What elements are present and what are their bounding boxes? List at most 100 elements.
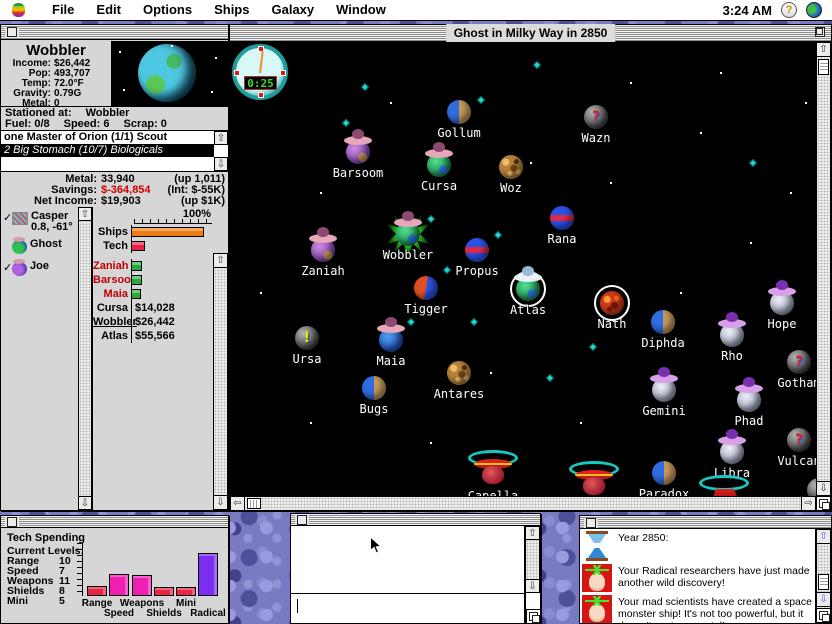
balloon-help-icon[interactable]: ?	[781, 2, 797, 18]
news-grow-box[interactable]	[816, 608, 831, 623]
map-hscroll-thumb[interactable]	[247, 498, 261, 509]
map-hscrollbar[interactable]	[230, 496, 816, 511]
star-barsoom[interactable]: Barsoom	[346, 140, 370, 164]
ship-in-transit-icon[interactable]	[427, 215, 435, 223]
menu-galaxy[interactable]: Galaxy	[260, 2, 325, 17]
close-box[interactable]	[586, 518, 596, 528]
star-woz[interactable]: Woz	[499, 155, 523, 179]
star-diphda[interactable]: Diphda	[651, 310, 675, 334]
spending-row-atlas[interactable]: Atlas$55,566	[93, 329, 213, 343]
chat-scrollbar[interactable]: ⇧ ⇩	[525, 526, 540, 593]
spending-scrollbar[interactable]	[213, 253, 228, 510]
chat-titlebar[interactable]	[291, 514, 540, 526]
star-hope[interactable]: Hope	[770, 291, 794, 315]
ship-in-transit-icon[interactable]	[470, 318, 478, 326]
ship-in-transit-icon[interactable]	[407, 318, 415, 326]
zoom-box[interactable]	[815, 27, 825, 37]
player-list-scrollbar[interactable]	[78, 207, 92, 510]
ship-in-transit-icon[interactable]	[546, 374, 554, 382]
news-scroll-up[interactable]: ⇧	[816, 529, 831, 544]
ship-in-transit-icon[interactable]	[477, 96, 485, 104]
news-scroll-down[interactable]: ⇩	[816, 592, 831, 607]
menu-window[interactable]: Window	[325, 2, 397, 17]
ship-in-transit-icon[interactable]	[494, 231, 502, 239]
menu-options[interactable]: Options	[132, 2, 203, 17]
map-titlebar[interactable]: Ghost in Milky Way in 2850	[230, 25, 831, 42]
menu-edit[interactable]: Edit	[85, 2, 132, 17]
galaxy-map[interactable]: 0:25 Gollum?WaznBarsoomCursaWozRanaZania…	[230, 42, 816, 496]
ship-in-transit-icon[interactable]	[342, 119, 350, 127]
ship-row[interactable]: 2 Big Stomach (10/7) Biologicals	[1, 144, 214, 157]
map-scroll-right[interactable]: ⇨	[801, 496, 816, 511]
apple-menu-icon[interactable]	[12, 3, 25, 17]
player-casper[interactable]: ✓Casper0.8, -61°	[3, 211, 73, 233]
player-list-scroll-up[interactable]: ⇧	[78, 207, 92, 221]
player-ghost[interactable]: Ghost	[3, 239, 62, 254]
star-wazn[interactable]: ?Wazn	[584, 105, 608, 129]
tech-bar-radical[interactable]	[198, 553, 218, 596]
star-bugs[interactable]: Bugs	[362, 376, 386, 400]
star-gemini[interactable]: Gemini	[652, 378, 676, 402]
spending-scroll-down[interactable]: ⇩	[213, 495, 228, 510]
star-atlas[interactable]: Atlas	[516, 277, 540, 301]
star-cursa[interactable]: Cursa	[427, 153, 451, 177]
close-box[interactable]	[7, 27, 17, 37]
map-vscrollbar[interactable]	[816, 42, 831, 496]
menu-ships[interactable]: Ships	[203, 2, 260, 17]
tech-bar-mini[interactable]	[176, 587, 196, 596]
chat-scroll-down[interactable]: ⇩	[525, 579, 540, 593]
star-maia[interactable]: Maia	[379, 328, 403, 352]
star-zaniah[interactable]: Zaniah	[311, 238, 335, 262]
menu-file[interactable]: File	[41, 2, 85, 17]
map-scroll-up[interactable]: ⇧	[816, 42, 831, 57]
ship-list-scroll-up[interactable]: ⇧	[214, 131, 228, 145]
tech-bar-weapons[interactable]	[132, 575, 152, 596]
ship-in-transit-icon[interactable]	[443, 266, 451, 274]
star-tigger[interactable]: Tigger	[414, 276, 438, 300]
ship-in-transit-icon[interactable]	[589, 343, 597, 351]
spending-row-cursa[interactable]: Cursa$14,028	[93, 301, 213, 315]
star-antares[interactable]: Antares	[447, 361, 471, 385]
star-propus[interactable]: Propus	[465, 238, 489, 262]
spending-row-tech[interactable]: Tech	[93, 239, 213, 253]
ship-row[interactable]: one Master of Orion (1/1) Scout	[1, 131, 214, 144]
chat-grow-box[interactable]	[526, 609, 541, 624]
map-scroll-down[interactable]: ⇩	[816, 481, 831, 496]
ship-list-scroll-down[interactable]: ⇩	[214, 157, 228, 171]
star-libra[interactable]: Libra	[720, 440, 744, 464]
map-scroll-left[interactable]: ⇦	[230, 496, 245, 511]
star-gotham[interactable]: ?Gotham	[787, 350, 811, 374]
spending-scroll-up[interactable]: ⇧	[213, 253, 228, 268]
star-unknown-star[interactable]: ?	[807, 478, 816, 496]
spending-row-wobbler[interactable]: Wobbler$26,442	[93, 315, 213, 329]
star-nath[interactable]: Nath	[600, 291, 624, 315]
spending-row-ships[interactable]: Ships	[93, 225, 213, 239]
spending-row-zaniah[interactable]: Zaniah	[93, 259, 213, 273]
star-rho[interactable]: Rho	[720, 323, 744, 347]
ship-in-transit-icon[interactable]	[361, 83, 369, 91]
map-vscroll-thumb[interactable]	[818, 59, 829, 75]
star-phad[interactable]: Phad	[737, 388, 761, 412]
close-box[interactable]	[297, 515, 307, 525]
star-ursa[interactable]: !Ursa	[295, 326, 319, 350]
player-joe[interactable]: ✓Joe	[3, 261, 49, 276]
map-grow-box[interactable]	[816, 496, 831, 511]
ship-in-transit-icon[interactable]	[749, 159, 757, 167]
tech-bar-shields[interactable]	[154, 587, 174, 596]
news-scroll-thumb[interactable]	[818, 574, 829, 590]
player-list-scroll-down[interactable]: ⇩	[78, 496, 92, 510]
chat-input[interactable]	[291, 593, 525, 623]
status-window-titlebar[interactable]	[1, 25, 228, 40]
chat-scroll-up[interactable]: ⇧	[525, 526, 540, 540]
star-paradox[interactable]: Paradox	[652, 461, 676, 485]
star-vulcan[interactable]: ?Vulcan	[787, 428, 811, 452]
tech-bar-range[interactable]	[87, 586, 107, 596]
spending-row-maia[interactable]: Maia	[93, 287, 213, 301]
ship-in-transit-icon[interactable]	[533, 61, 541, 69]
tech-titlebar[interactable]	[1, 516, 228, 528]
close-box[interactable]	[7, 517, 17, 527]
star-gollum[interactable]: Gollum	[447, 100, 471, 124]
star-wobbler[interactable]: Wobbler	[396, 222, 420, 246]
tech-bar-speed[interactable]	[109, 574, 129, 596]
star-rana[interactable]: Rana	[550, 206, 574, 230]
